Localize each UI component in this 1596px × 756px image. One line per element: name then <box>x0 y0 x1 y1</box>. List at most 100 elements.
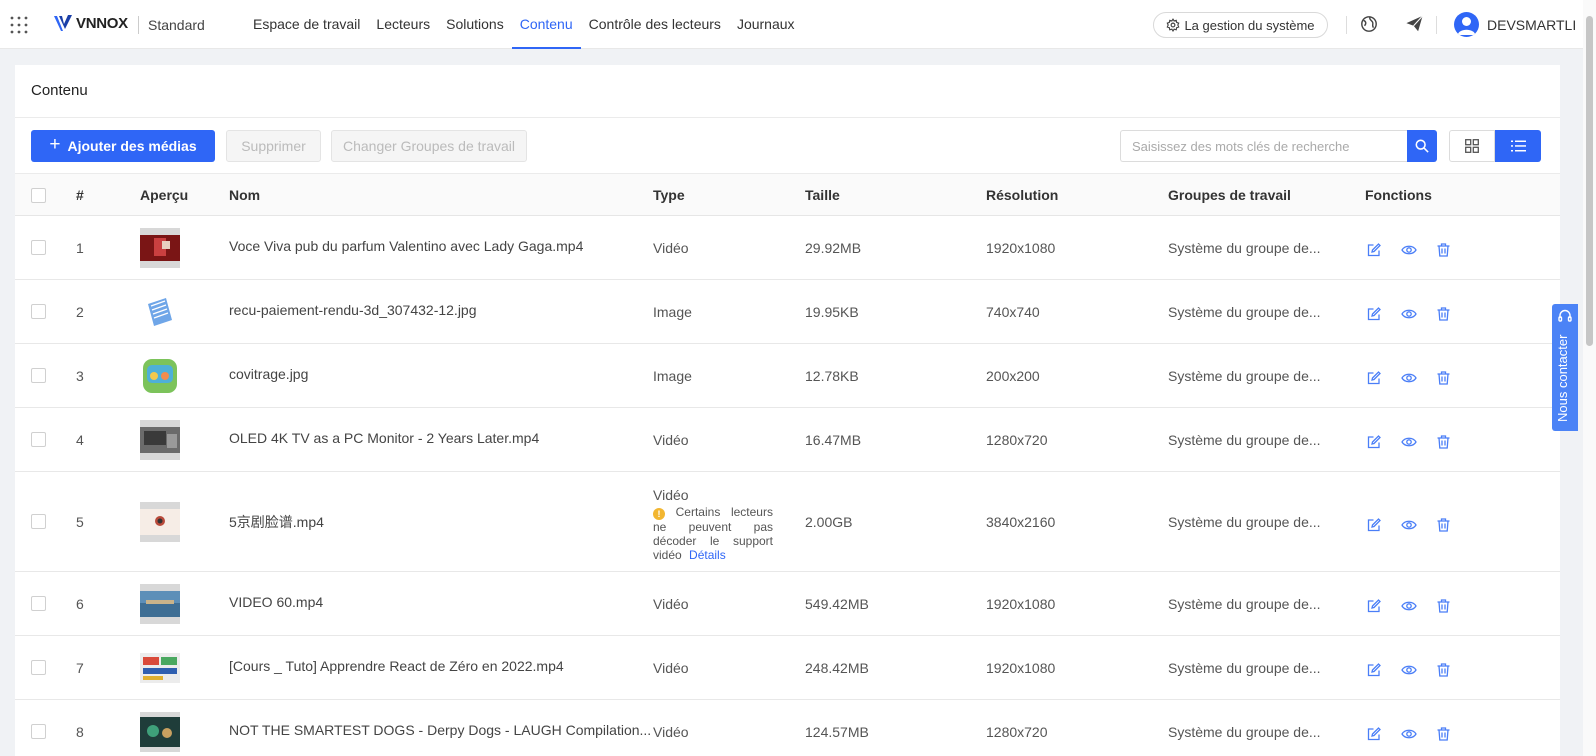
eye-icon[interactable] <box>1400 597 1417 614</box>
nav-item-espace-de-travail[interactable]: Espace de travail <box>245 0 368 49</box>
media-thumbnail[interactable] <box>140 712 180 752</box>
search-icon <box>1415 139 1429 153</box>
media-size: 2.00GB <box>805 514 853 530</box>
eye-icon[interactable] <box>1400 305 1417 322</box>
table-row[interactable]: 8 NOT THE SMARTEST DOGS - Derpy Dogs - L… <box>15 700 1560 756</box>
media-name[interactable]: [Cours _ Tuto] Apprendre React de Zéro e… <box>229 658 564 674</box>
row-number: 3 <box>76 368 84 384</box>
plus-icon: + <box>49 134 61 155</box>
page-scrollbar[interactable] <box>1583 0 1596 756</box>
media-name[interactable]: VIDEO 60.mp4 <box>229 594 323 610</box>
user-avatar-icon[interactable] <box>1454 12 1479 37</box>
select-all-checkbox[interactable] <box>31 188 46 203</box>
media-thumbnail[interactable] <box>140 502 180 542</box>
panel-divider <box>15 117 1560 118</box>
apps-grid-icon[interactable] <box>10 16 28 34</box>
media-type: Vidéo <box>653 660 689 676</box>
media-workgroup: Système du groupe de... <box>1168 368 1321 384</box>
media-thumbnail[interactable] <box>140 648 180 688</box>
media-thumbnail[interactable] <box>140 420 180 460</box>
edit-icon[interactable] <box>1365 305 1382 322</box>
nav-item-contenu[interactable]: Contenu <box>511 0 581 49</box>
table-row[interactable]: 7 [Cours _ Tuto] Apprendre React de Zéro… <box>15 636 1560 700</box>
media-thumbnail[interactable] <box>140 292 180 332</box>
media-thumbnail[interactable] <box>140 228 180 268</box>
row-checkbox[interactable] <box>31 304 46 319</box>
nav-item-journaux[interactable]: Journaux <box>729 0 803 49</box>
trash-icon[interactable] <box>1435 369 1452 386</box>
edit-icon[interactable] <box>1365 597 1382 614</box>
top-navigation-bar: VNNOX Standard Espace de travail Lecteur… <box>0 0 1596 49</box>
media-name[interactable]: NOT THE SMARTEST DOGS - Derpy Dogs - LAU… <box>229 722 651 738</box>
eye-icon[interactable] <box>1400 241 1417 258</box>
media-resolution: 1280x720 <box>986 724 1048 740</box>
brand-logo[interactable]: VNNOX <box>53 13 128 33</box>
add-media-button[interactable]: + Ajouter des médias <box>31 130 215 162</box>
nav-item-lecteurs[interactable]: Lecteurs <box>368 0 438 49</box>
trash-icon[interactable] <box>1435 725 1452 742</box>
edit-icon[interactable] <box>1365 241 1382 258</box>
media-name[interactable]: Voce Viva pub du parfum Valentino avec L… <box>229 238 583 254</box>
list-view-button[interactable] <box>1495 130 1541 162</box>
nav-item-controle-des-lecteurs[interactable]: Contrôle des lecteurs <box>581 0 729 49</box>
warning-icon: ! <box>653 508 665 520</box>
edit-icon[interactable] <box>1365 661 1382 678</box>
column-header-size: Taille <box>805 187 840 203</box>
search-input[interactable] <box>1120 130 1408 162</box>
row-actions <box>1365 241 1452 258</box>
media-name[interactable]: 5京剧脸谱.mp4 <box>229 512 324 532</box>
send-icon[interactable] <box>1405 15 1424 33</box>
eye-icon[interactable] <box>1400 661 1417 678</box>
row-checkbox[interactable] <box>31 368 46 383</box>
eye-icon[interactable] <box>1400 369 1417 386</box>
trash-icon[interactable] <box>1435 241 1452 258</box>
system-management-button[interactable]: La gestion du système <box>1153 12 1328 38</box>
scrollbar-thumb[interactable] <box>1586 16 1593 346</box>
row-actions <box>1365 369 1452 386</box>
edit-icon[interactable] <box>1365 433 1382 450</box>
trash-icon[interactable] <box>1435 661 1452 678</box>
column-header-resolution: Résolution <box>986 187 1059 203</box>
row-checkbox[interactable] <box>31 724 46 739</box>
globe-icon[interactable] <box>1360 15 1378 33</box>
row-checkbox[interactable] <box>31 660 46 675</box>
row-checkbox[interactable] <box>31 240 46 255</box>
table-row[interactable]: 3 covitrage.jpg Image 12.78KB 200x200 Sy… <box>15 344 1560 408</box>
decode-warning: ! Certains lecteurs ne peuvent pas décod… <box>653 505 773 562</box>
edit-icon[interactable] <box>1365 516 1382 533</box>
table-row[interactable]: 5 5京剧脸谱.mp4 Vidéo ! Certains lecteurs ne… <box>15 472 1560 572</box>
nav-item-solutions[interactable]: Solutions <box>438 0 512 49</box>
change-workgroup-button[interactable]: Changer Groupes de travail <box>331 130 527 162</box>
contact-us-tab[interactable]: Nous contacter <box>1552 304 1578 431</box>
details-link[interactable]: Détails <box>689 548 726 562</box>
media-name[interactable]: OLED 4K TV as a PC Monitor - 2 Years Lat… <box>229 430 539 446</box>
table-row[interactable]: 4 OLED 4K TV as a PC Monitor - 2 Years L… <box>15 408 1560 472</box>
edit-icon[interactable] <box>1365 369 1382 386</box>
table-row[interactable]: 6 VIDEO 60.mp4 Vidéo 549.42MB 1920x1080 … <box>15 572 1560 636</box>
eye-icon[interactable] <box>1400 516 1417 533</box>
column-header-preview: Aperçu <box>140 187 189 203</box>
row-checkbox[interactable] <box>31 432 46 447</box>
username[interactable]: DEVSMARTLIG <box>1487 17 1577 33</box>
media-name[interactable]: recu-paiement-rendu-3d_307432-12.jpg <box>229 302 477 318</box>
media-thumbnail[interactable] <box>140 356 180 396</box>
row-checkbox[interactable] <box>31 514 46 529</box>
grid-view-button[interactable] <box>1449 130 1495 162</box>
trash-icon[interactable] <box>1435 305 1452 322</box>
delete-button[interactable]: Supprimer <box>226 130 321 162</box>
edit-icon[interactable] <box>1365 725 1382 742</box>
eye-icon[interactable] <box>1400 725 1417 742</box>
media-type: Vidéo <box>653 240 689 256</box>
media-name[interactable]: covitrage.jpg <box>229 366 308 382</box>
media-size: 19.95KB <box>805 304 859 320</box>
eye-icon[interactable] <box>1400 433 1417 450</box>
table-row[interactable]: 2 recu-paiement-rendu-3d_307432-12.jpg I… <box>15 280 1560 344</box>
trash-icon[interactable] <box>1435 433 1452 450</box>
search-button[interactable] <box>1407 130 1437 162</box>
table-row[interactable]: 1 Voce Viva pub du parfum Valentino avec… <box>15 216 1560 280</box>
trash-icon[interactable] <box>1435 597 1452 614</box>
media-thumbnail[interactable] <box>140 584 180 624</box>
trash-icon[interactable] <box>1435 516 1452 533</box>
media-resolution: 1920x1080 <box>986 240 1056 256</box>
row-checkbox[interactable] <box>31 596 46 611</box>
